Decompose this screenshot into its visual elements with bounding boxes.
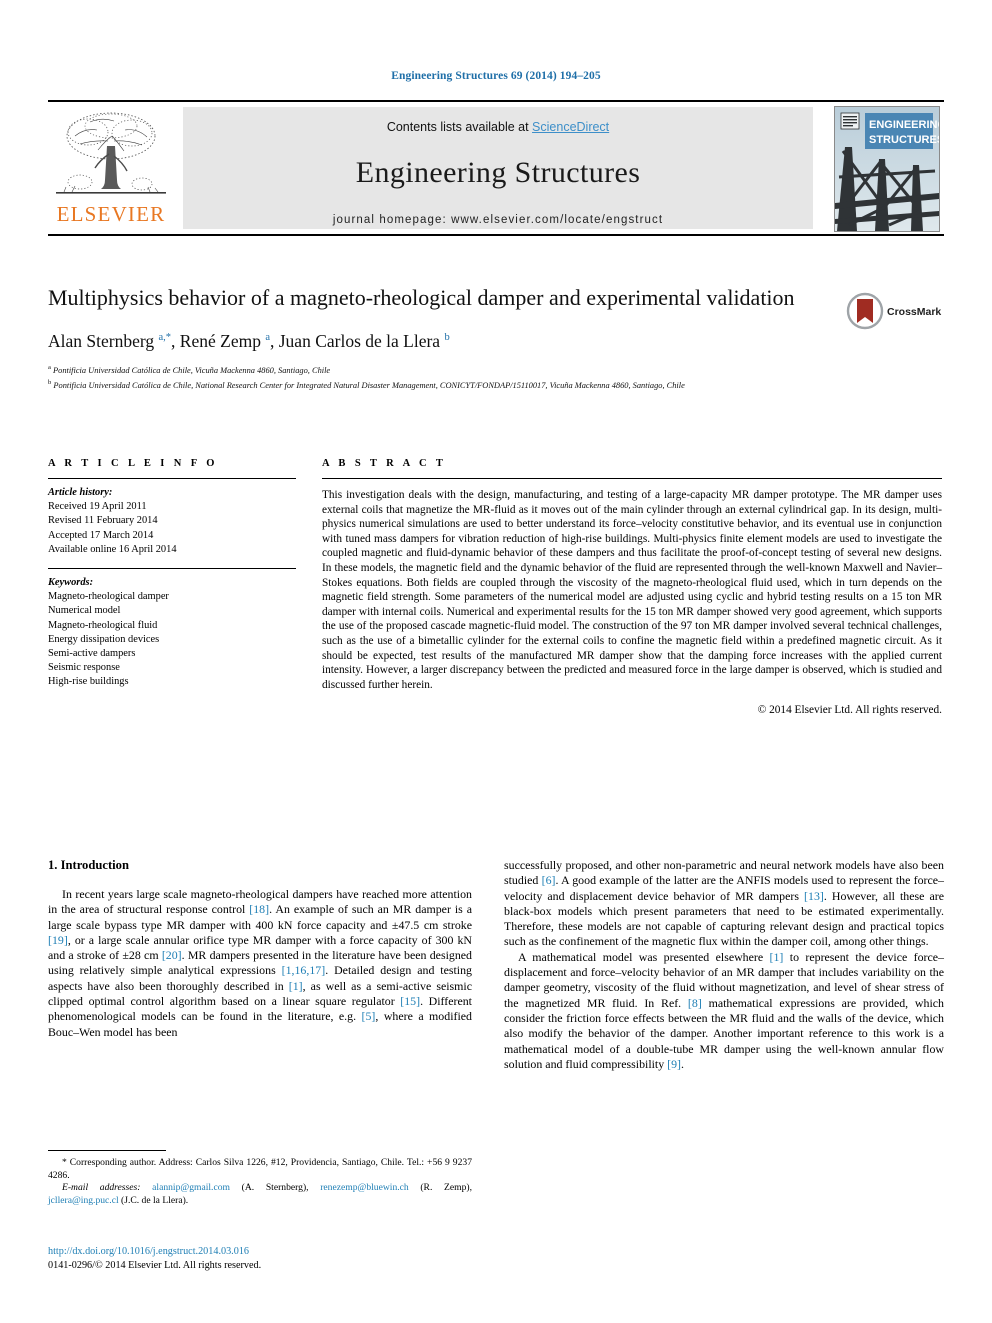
journal-title: Engineering Structures xyxy=(355,156,641,189)
corresponding-author-note: * Corresponding author. Address: Carlos … xyxy=(48,1157,472,1181)
abstract-text: This investigation deals with the design… xyxy=(322,489,942,691)
article-info-heading: A R T I C L E I N F O xyxy=(48,458,218,469)
keywords-list: Keywords: Magneto-rheological damper Num… xyxy=(48,576,296,690)
sciencedirect-link[interactable]: ScienceDirect xyxy=(532,120,609,134)
paper-page: Engineering Structures 69 (2014) 194–205 xyxy=(0,0,992,1323)
keyword-item: Magneto-rheological damper xyxy=(48,591,169,603)
article-header: Multiphysics behavior of a magneto-rheol… xyxy=(48,283,838,392)
doi-block: http://dx.doi.org/10.1016/j.engstruct.20… xyxy=(48,1245,472,1272)
affiliation-b: b Pontificia Universidad Católica de Chi… xyxy=(48,379,685,390)
body-column-right: successfully proposed, and other non-par… xyxy=(504,858,944,1072)
doi-link[interactable]: http://dx.doi.org/10.1016/j.engstruct.20… xyxy=(48,1245,472,1259)
article-info-block: A R T I C L E I N F O Article history: R… xyxy=(48,458,296,690)
abstract-block: A B S T R A C T This investigation deals… xyxy=(322,458,942,716)
info-rule-mid xyxy=(48,568,296,570)
article-history-label: Article history: xyxy=(48,487,113,498)
crossmark-icon: CrossMark xyxy=(846,292,941,330)
history-item: Received 19 April 2011 xyxy=(48,501,147,513)
journal-homepage-link[interactable]: journal homepage: www.elsevier.com/locat… xyxy=(183,214,813,226)
abstract-rule xyxy=(322,478,942,479)
elsevier-logo: ELSEVIER xyxy=(50,106,172,230)
crossmark-badge[interactable]: CrossMark xyxy=(846,290,946,332)
keyword-item: Seismic response xyxy=(48,662,120,674)
keyword-item: Magneto-rheological fluid xyxy=(48,619,158,631)
author-list: Alan Sternberg a,*, René Zemp a, Juan Ca… xyxy=(48,331,450,351)
running-head: Engineering Structures 69 (2014) 194–205 xyxy=(391,70,601,82)
history-item: Available online 16 April 2014 xyxy=(48,543,177,555)
body-column-left: 1. Introduction In recent years large sc… xyxy=(48,858,472,1040)
keywords-label: Keywords: xyxy=(48,577,94,589)
keyword-item: Energy dissipation devices xyxy=(48,633,160,645)
journal-cover-image: ENGINEERING STRUCTURES xyxy=(835,107,939,231)
history-item: Revised 11 February 2014 xyxy=(48,515,158,527)
abstract-heading: A B S T R A C T xyxy=(322,458,447,469)
contents-prefix: Contents lists available at xyxy=(386,120,533,134)
issn-copyright-line: 0141-0296/© 2014 Elsevier Ltd. All right… xyxy=(48,1259,262,1271)
svg-text:ENGINEERING: ENGINEERING xyxy=(869,119,939,131)
crossmark-label: CrossMark xyxy=(887,306,941,318)
history-item: Accepted 17 March 2014 xyxy=(48,529,154,541)
info-rule-top xyxy=(48,478,296,479)
svg-text:STRUCTURES: STRUCTURES xyxy=(869,134,939,146)
paragraph: successfully proposed, and other non-par… xyxy=(504,858,944,949)
paragraph: In recent years large scale magneto-rheo… xyxy=(48,887,472,1039)
keyword-item: High-rise buildings xyxy=(48,676,129,688)
elsevier-tree-icon xyxy=(56,112,166,194)
elsevier-wordmark: ELSEVIER xyxy=(56,202,166,226)
copyright-line: © 2014 Elsevier Ltd. All rights reserved… xyxy=(757,704,942,717)
journal-masthead: ELSEVIER Contents lists available at Sci… xyxy=(48,100,944,236)
article-history: Article history: Received 19 April 2011 … xyxy=(48,486,296,557)
journal-cover-thumbnail: ENGINEERING STRUCTURES xyxy=(834,106,940,232)
contents-line: Contents lists available at ScienceDirec… xyxy=(183,120,813,134)
footnote-rule xyxy=(48,1150,166,1151)
section-heading-introduction: 1. Introduction xyxy=(48,858,129,872)
journal-banner: Contents lists available at ScienceDirec… xyxy=(183,107,813,229)
keyword-item: Semi-active dampers xyxy=(48,648,136,660)
keyword-item: Numerical model xyxy=(48,605,121,617)
footnote-block: * Corresponding author. Address: Carlos … xyxy=(48,1150,472,1207)
affiliation-a: a Pontificia Universidad Católica de Chi… xyxy=(48,364,331,375)
paragraph: A mathematical model was presented elsew… xyxy=(504,949,944,1071)
affiliations: a Pontificia Universidad Católica de Chi… xyxy=(48,362,838,392)
page-title: Multiphysics behavior of a magneto-rheol… xyxy=(48,285,795,310)
email-addresses-note: E-mail addresses: alannip@gmail.com (A. … xyxy=(48,1182,472,1206)
